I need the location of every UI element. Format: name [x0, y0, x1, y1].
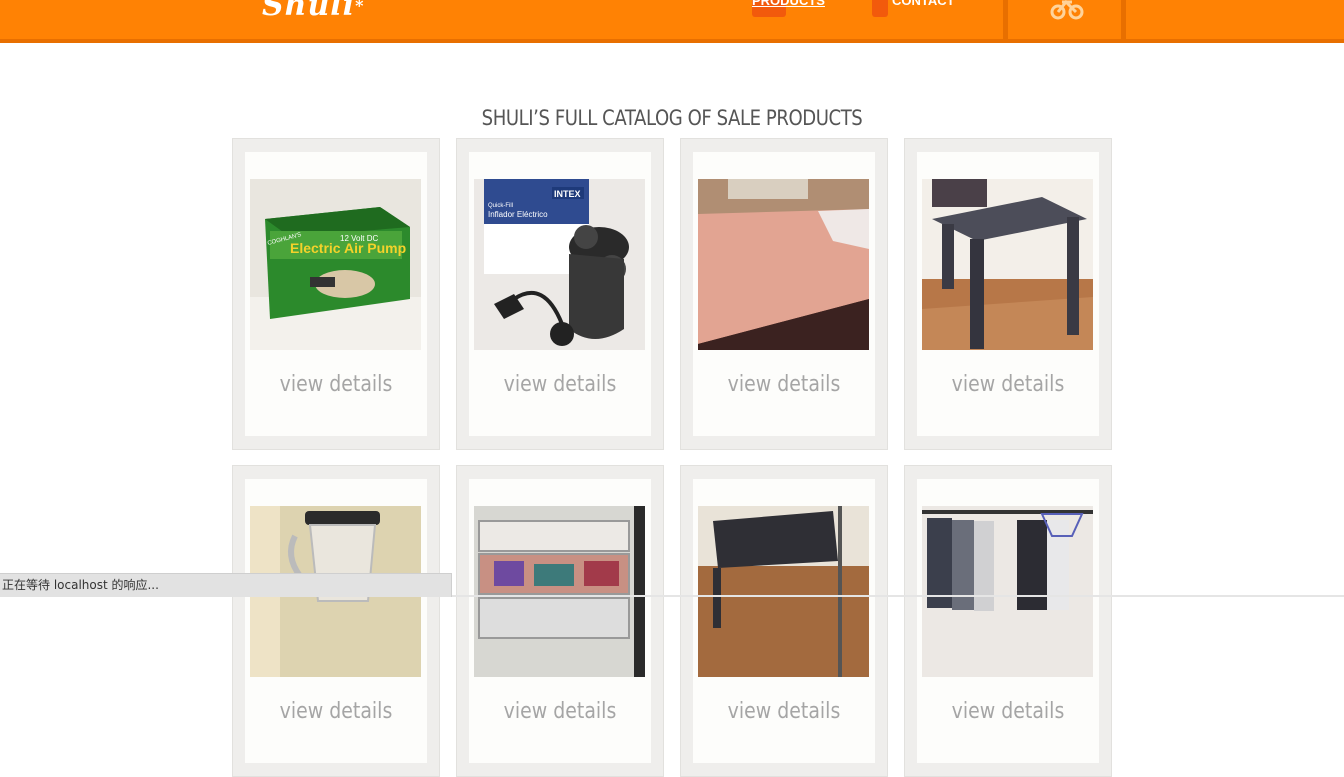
- product-card-inner: view details: [469, 479, 651, 763]
- view-details-link[interactable]: view details: [706, 699, 863, 724]
- logo-text: Shuli: [262, 0, 356, 23]
- header-divider: [1121, 0, 1126, 39]
- product-photo-drawer-organizer[interactable]: [474, 506, 645, 677]
- product-card[interactable]: view details: [232, 465, 440, 777]
- product-card[interactable]: view details: [680, 465, 888, 777]
- svg-text:Quick-Fill: Quick-Fill: [488, 203, 513, 209]
- product-card-inner: view details: [245, 479, 427, 763]
- view-details-link[interactable]: view details: [482, 372, 639, 397]
- page-title: SHULI’S FULL CATALOG OF SALE PRODUCTS: [481, 106, 863, 131]
- product-photo-side-table[interactable]: [922, 179, 1093, 350]
- view-details-link[interactable]: view details: [482, 699, 639, 724]
- view-details-link[interactable]: view details: [258, 699, 415, 724]
- product-card[interactable]: view details: [904, 465, 1112, 777]
- product-card-inner: INTEX Inflador Eléctrico Quick-Fill view…: [469, 152, 651, 436]
- logo[interactable]: Shuli*: [262, 0, 364, 23]
- product-card[interactable]: view details: [680, 138, 888, 450]
- view-details-link[interactable]: view details: [706, 372, 863, 397]
- product-card-inner: view details: [917, 152, 1099, 436]
- product-card[interactable]: view details: [904, 138, 1112, 450]
- nav-contact-link[interactable]: Contact: [892, 0, 955, 8]
- product-card-inner: view details: [693, 152, 875, 436]
- view-details-link[interactable]: view details: [258, 372, 415, 397]
- product-photo-bed[interactable]: [698, 179, 869, 350]
- product-card-inner: view details: [917, 479, 1099, 763]
- svg-text:INTEX: INTEX: [554, 189, 581, 199]
- product-card-inner: Electric Air Pump 12 Volt DC COGHLAN'S v…: [245, 152, 427, 436]
- svg-text:12 Volt DC: 12 Volt DC: [340, 234, 378, 243]
- product-card[interactable]: view details: [456, 465, 664, 777]
- product-photo-air-pump[interactable]: Electric Air Pump 12 Volt DC COGHLAN'S: [250, 179, 421, 350]
- product-photo-chair[interactable]: [698, 506, 869, 677]
- nav-products-link[interactable]: Products: [752, 0, 825, 8]
- view-details-link[interactable]: view details: [930, 699, 1087, 724]
- svg-text:Inflador Eléctrico: Inflador Eléctrico: [488, 210, 548, 219]
- header-divider: [1003, 0, 1008, 39]
- site-header: Shuli* Products Contact: [0, 0, 1344, 43]
- product-photo-intex-pump[interactable]: INTEX Inflador Eléctrico Quick-Fill: [474, 179, 645, 350]
- browser-status-bar: 正在等待 localhost 的响应...: [0, 573, 452, 597]
- product-card[interactable]: Electric Air Pump 12 Volt DC COGHLAN'S v…: [232, 138, 440, 450]
- view-details-link[interactable]: view details: [930, 372, 1087, 397]
- product-card-inner: view details: [693, 479, 875, 763]
- bicycle-cart-icon[interactable]: [1046, 0, 1088, 22]
- phone-icon: [872, 0, 888, 17]
- product-photo-clothes-rack[interactable]: [922, 506, 1093, 677]
- logo-mark: *: [355, 0, 365, 15]
- product-card[interactable]: INTEX Inflador Eléctrico Quick-Fill view…: [456, 138, 664, 450]
